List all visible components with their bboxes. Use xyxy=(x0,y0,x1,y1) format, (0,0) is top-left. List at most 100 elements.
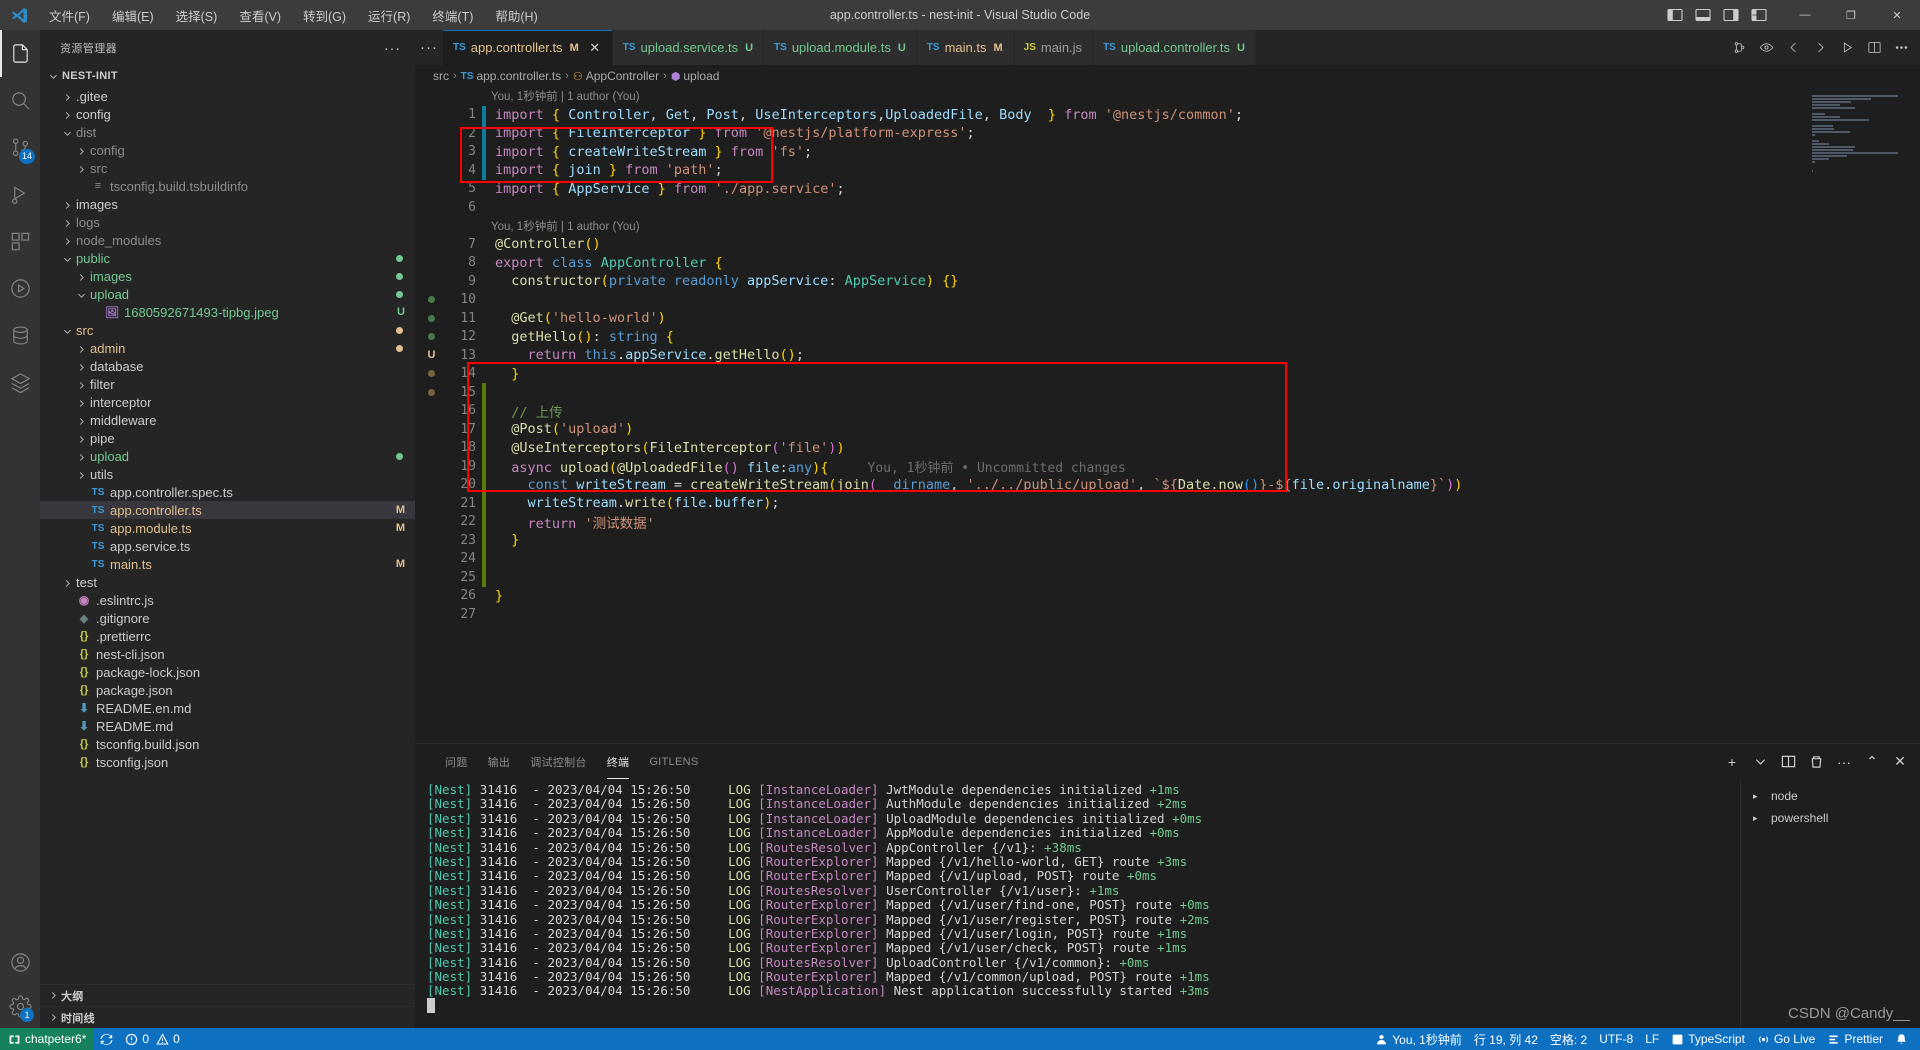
activity-layers[interactable] xyxy=(0,359,40,406)
tree-row[interactable]: filter xyxy=(40,375,415,393)
customize-layout-icon[interactable] xyxy=(1746,3,1772,27)
code-line[interactable]: 1 import { Controller, Get, Post, UseInte… xyxy=(415,105,1806,124)
kill-terminal-icon[interactable] xyxy=(1806,752,1826,772)
tree-row[interactable]: utils xyxy=(40,465,415,483)
tree-row[interactable]: config xyxy=(40,105,415,123)
minimize-button[interactable]: — xyxy=(1782,0,1828,30)
tree-row[interactable]: TS app.controller.ts M xyxy=(40,501,415,519)
tree-row[interactable]: pipe xyxy=(40,429,415,447)
tree-row[interactable]: {} tsconfig.build.json xyxy=(40,735,415,753)
status-indentation[interactable]: 空格: 2 xyxy=(1544,1028,1593,1050)
code-line[interactable]: 20 const writeStream = createWriteStream… xyxy=(415,475,1806,494)
tree-row[interactable]: src xyxy=(40,321,415,339)
status-remote[interactable]: chatpeter6* xyxy=(0,1028,95,1050)
status-sync[interactable] xyxy=(94,1028,119,1050)
split-terminal-icon[interactable] xyxy=(1778,752,1798,772)
close-button[interactable]: ✕ xyxy=(1874,0,1920,30)
next-change-icon[interactable] xyxy=(1809,35,1831,61)
status-cursor-position[interactable]: 行 19, 列 42 xyxy=(1468,1028,1544,1050)
editor-tab[interactable]: TS app.controller.ts M ✕ xyxy=(443,30,613,65)
close-panel-icon[interactable]: ✕ xyxy=(1890,752,1910,772)
tab-close-icon[interactable]: ✕ xyxy=(588,40,602,56)
code-line[interactable]: 11 @Get('hello-world') xyxy=(415,309,1806,328)
panel-tab[interactable]: 调试控制台 xyxy=(520,744,597,779)
code-line[interactable]: 8 export class AppController { xyxy=(415,254,1806,273)
code-line[interactable]: 23 } xyxy=(415,531,1806,550)
status-problems[interactable]: 0 0 xyxy=(119,1028,185,1050)
tree-row[interactable]: public xyxy=(40,249,415,267)
code-line[interactable]: 24 xyxy=(415,549,1806,568)
terminal-output[interactable]: [Nest] 31416 - 2023/04/04 15:26:50 LOG [… xyxy=(415,779,1740,1028)
code-line[interactable]: 18 @UseInterceptors(FileInterceptor('fil… xyxy=(415,438,1806,457)
menu-edit[interactable]: 编辑(E) xyxy=(101,2,165,29)
status-prettier[interactable]: Prettier xyxy=(1821,1028,1889,1050)
tree-row[interactable]: dist xyxy=(40,123,415,141)
editor-tab[interactable]: TS upload.controller.ts U xyxy=(1093,30,1256,65)
status-language-mode[interactable]: TypeScript xyxy=(1665,1028,1751,1050)
status-go-live[interactable]: Go Live xyxy=(1751,1028,1821,1050)
terminal-list-item-node[interactable]: ▸ node xyxy=(1741,785,1920,807)
code-line[interactable]: 16 // 上传 xyxy=(415,401,1806,421)
toggle-panel-icon[interactable] xyxy=(1690,3,1716,27)
prev-change-icon[interactable] xyxy=(1782,35,1804,61)
tree-row[interactable]: ◆ .gitignore xyxy=(40,609,415,627)
editor-tab[interactable]: TS upload.module.ts U xyxy=(764,30,917,65)
code-line[interactable]: 14 } xyxy=(415,365,1806,384)
tree-row[interactable]: .gitee xyxy=(40,87,415,105)
tree-row[interactable]: upload xyxy=(40,447,415,465)
tree-row[interactable]: test xyxy=(40,573,415,591)
terminal-list-item-powershell[interactable]: ▸ powershell xyxy=(1741,807,1920,829)
activity-explorer[interactable] xyxy=(0,30,40,77)
code-content[interactable]: You, 1秒钟前 | 1 author (You) 1 import { Cont… xyxy=(415,87,1806,743)
toggle-primary-sidebar-icon[interactable] xyxy=(1662,3,1688,27)
panel-tab[interactable]: 输出 xyxy=(478,744,521,779)
breadcrumb-src[interactable]: src xyxy=(433,69,449,83)
maximize-button[interactable]: ❐ xyxy=(1828,0,1874,30)
status-encoding[interactable]: UTF-8 xyxy=(1593,1028,1639,1050)
activity-extensions[interactable] xyxy=(0,218,40,265)
new-terminal-icon[interactable]: + xyxy=(1722,752,1742,772)
code-line[interactable]: 12 getHello(): string { xyxy=(415,328,1806,347)
tabs-overflow-icon[interactable]: ··· xyxy=(415,30,443,65)
menu-selection[interactable]: 选择(S) xyxy=(165,2,229,29)
code-line[interactable]: 27 xyxy=(415,605,1806,624)
menu-help[interactable]: 帮助(H) xyxy=(484,2,548,29)
menu-bar[interactable]: 文件(F) 编辑(E) 选择(S) 查看(V) 转到(G) 运行(R) 终端(T… xyxy=(38,2,549,29)
outline-section[interactable]: 大纲 xyxy=(40,984,415,1006)
editor-tab[interactable]: JS main.js xyxy=(1013,30,1094,65)
code-line[interactable]: U 13 return this.appService.getHello(); xyxy=(415,346,1806,365)
activity-source-control[interactable]: 14 xyxy=(0,124,40,171)
tree-row[interactable]: {} nest-cli.json xyxy=(40,645,415,663)
editor-more-actions-icon[interactable] xyxy=(1890,35,1912,61)
code-line[interactable]: 21 writeStream.write(file.buffer); xyxy=(415,494,1806,513)
code-line[interactable]: 7 @Controller() xyxy=(415,235,1806,254)
terminal-list[interactable]: ▸ node ▸ powershell xyxy=(1740,779,1920,1028)
tree-row[interactable]: images xyxy=(40,267,415,285)
code-line[interactable]: 25 xyxy=(415,568,1806,587)
tree-row[interactable]: TS app.module.ts M xyxy=(40,519,415,537)
menu-view[interactable]: 查看(V) xyxy=(228,2,292,29)
tree-row[interactable]: {} package-lock.json xyxy=(40,663,415,681)
tree-row[interactable]: images xyxy=(40,195,415,213)
toggle-blame-icon[interactable] xyxy=(1755,35,1777,61)
terminal-dropdown-icon[interactable] xyxy=(1750,752,1770,772)
activity-testing[interactable] xyxy=(0,265,40,312)
tree-row[interactable]: config xyxy=(40,141,415,159)
code-line[interactable]: 19 async upload(@UploadedFile() file:any… xyxy=(415,457,1806,476)
tree-row[interactable]: node_modules xyxy=(40,231,415,249)
code-line[interactable]: 3 import { createWriteStream } from 'fs'; xyxy=(415,142,1806,161)
tree-row[interactable]: TS app.controller.spec.ts xyxy=(40,483,415,501)
code-line[interactable]: 15 xyxy=(415,383,1806,402)
tree-row[interactable]: ⬇ README.md xyxy=(40,717,415,735)
activity-run-debug[interactable] xyxy=(0,171,40,218)
panel-tab[interactable]: 问题 xyxy=(435,744,478,779)
tree-row[interactable]: admin xyxy=(40,339,415,357)
status-eol[interactable]: LF xyxy=(1639,1028,1665,1050)
panel-tab[interactable]: 终端 xyxy=(597,744,640,779)
code-line[interactable]: 9 constructor(private readonly appServic… xyxy=(415,272,1806,291)
code-line[interactable]: 4 import { join } from 'path'; xyxy=(415,161,1806,180)
tree-row[interactable]: {} package.json xyxy=(40,681,415,699)
activity-settings[interactable]: 1 xyxy=(0,984,40,1028)
menu-file[interactable]: 文件(F) xyxy=(38,2,101,29)
menu-go[interactable]: 转到(G) xyxy=(292,2,357,29)
